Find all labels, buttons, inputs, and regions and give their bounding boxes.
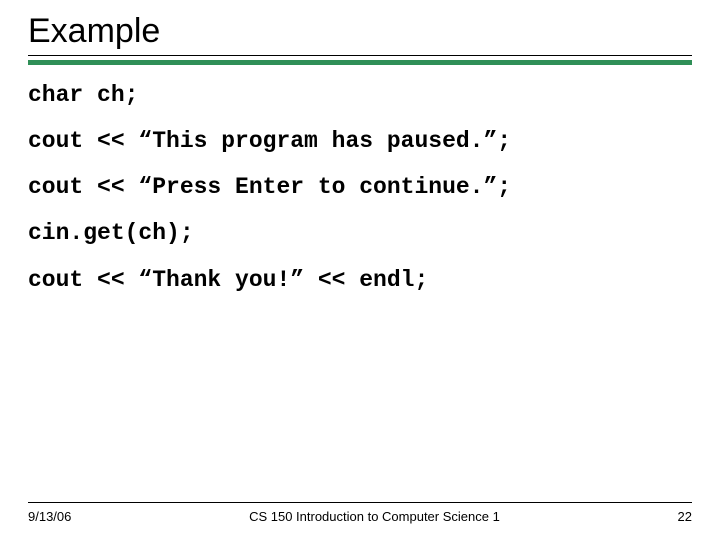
- footer-divider: [28, 502, 692, 503]
- slide-title: Example: [28, 12, 692, 51]
- footer-date: 9/13/06: [28, 509, 71, 524]
- slide: Example char ch; cout << “This program h…: [0, 0, 720, 540]
- code-line: cout << “This program has paused.”;: [28, 129, 692, 153]
- footer: 9/13/06 CS 150 Introduction to Computer …: [28, 502, 692, 524]
- code-line: cout << “Thank you!” << endl;: [28, 268, 692, 292]
- divider-thick: [28, 60, 692, 65]
- footer-course: CS 150 Introduction to Computer Science …: [249, 509, 500, 524]
- footer-row: 9/13/06 CS 150 Introduction to Computer …: [28, 509, 692, 524]
- footer-page: 22: [678, 509, 692, 524]
- code-line: char ch;: [28, 83, 692, 107]
- code-line: cin.get(ch);: [28, 221, 692, 245]
- code-block: char ch; cout << “This program has pause…: [28, 83, 692, 292]
- code-line: cout << “Press Enter to continue.”;: [28, 175, 692, 199]
- divider-thin: [28, 55, 692, 56]
